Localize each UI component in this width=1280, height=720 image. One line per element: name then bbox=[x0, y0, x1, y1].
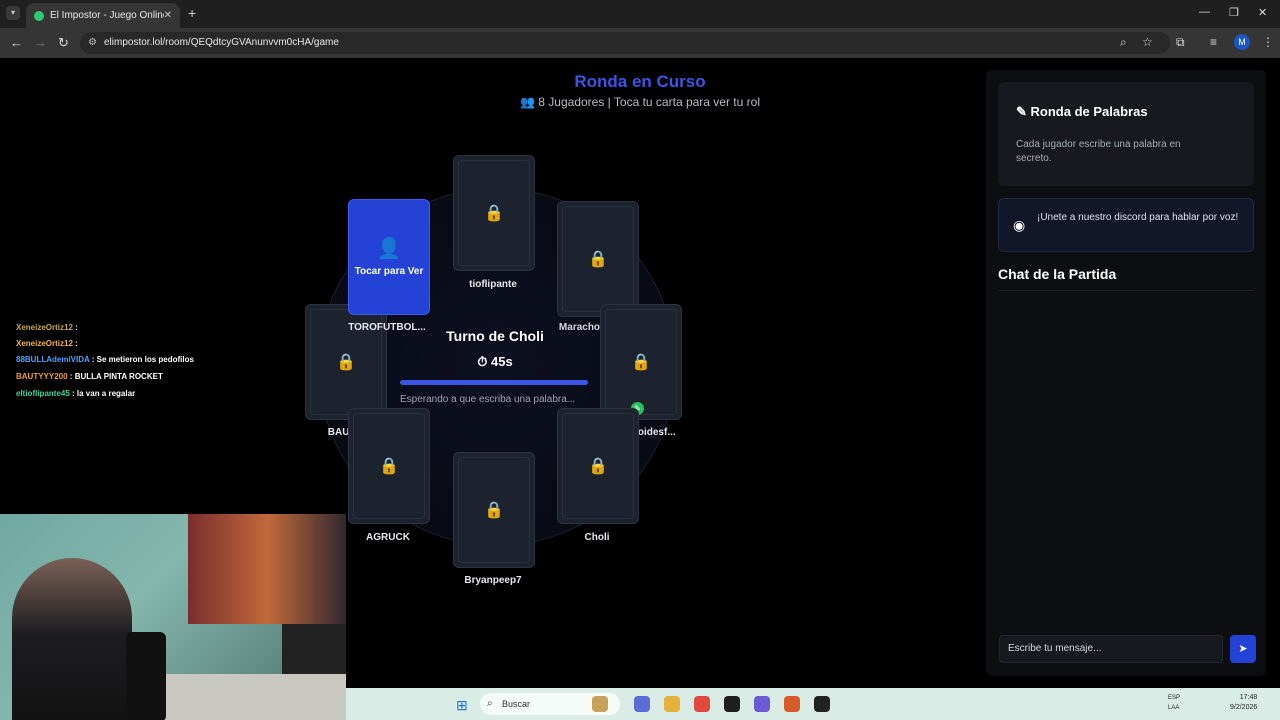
lock-icon: 🔒 bbox=[484, 502, 504, 519]
chat-title: Chat de la Partida bbox=[998, 266, 1117, 282]
player-name: AGRUCK bbox=[366, 532, 410, 543]
clock[interactable]: 17:48 9/2/2026 bbox=[1230, 693, 1257, 713]
round-title: ✎ Ronda de Palabras bbox=[1016, 104, 1148, 119]
page-subtitle: 👥 8 Jugadores | Toca tu carta para ver t… bbox=[440, 95, 840, 109]
chat-username: BAUTYYY200 bbox=[16, 372, 68, 381]
lock-icon: 🔒 bbox=[588, 251, 608, 268]
player-name: tioflipante bbox=[469, 279, 517, 290]
reveal-role-label: Tocar para Ver bbox=[354, 265, 424, 277]
forward-icon[interactable]: → bbox=[34, 35, 47, 50]
new-tab-icon[interactable]: + bbox=[188, 5, 196, 21]
app-icon[interactable] bbox=[724, 696, 740, 712]
discord-icon: ◉ bbox=[1013, 217, 1026, 233]
player-card[interactable]: 🔒 bbox=[453, 452, 535, 568]
app-icon[interactable] bbox=[784, 696, 800, 712]
player-card[interactable]: 🔒 bbox=[557, 201, 639, 317]
turn-timer: ⏱ 45s bbox=[400, 354, 590, 370]
turn-panel: Turno de Choli ⏱ 45s Esperando a que esc… bbox=[400, 328, 590, 407]
round-description: Cada jugador escribe una palabra en secr… bbox=[1016, 139, 1181, 164]
tab-title: El Impostor - Juego Online Gra bbox=[50, 10, 164, 21]
close-window-icon[interactable]: ✕ bbox=[1258, 6, 1267, 19]
player-card[interactable]: 🔒 bbox=[348, 408, 430, 524]
discord-banner[interactable]: ◉ ¡Unete a nuestro discord para hablar p… bbox=[998, 198, 1254, 252]
timer-progress-bar bbox=[400, 380, 588, 385]
windows-taskbar: ⊞ ⌕ Buscar ESP LAA 17:48 9/2/2026 bbox=[346, 688, 1280, 720]
address-bar[interactable]: ⚙ elimpostor.lol/room/QEQdtcyGVAnunvvm0c… bbox=[80, 32, 1170, 54]
webcam-feed bbox=[0, 514, 346, 720]
lock-icon: 🔒 bbox=[631, 354, 651, 371]
player-name: Bryanpeep7 bbox=[464, 575, 522, 586]
chat-username: XeneizeOrtiz12 bbox=[16, 323, 73, 332]
chat-message: : bbox=[72, 323, 78, 332]
right-sidebar: ✎ Ronda de Palabras Cada jugador escribe… bbox=[986, 70, 1266, 676]
waiting-text: Esperando a que escriba una palabra... bbox=[400, 394, 576, 405]
reload-icon[interactable]: ↻ bbox=[58, 35, 69, 51]
chat-message: : Se metieron los pedofilos bbox=[89, 355, 194, 364]
profile-avatar[interactable]: M bbox=[1234, 34, 1250, 50]
chat-username: XeneizeOrtiz12 bbox=[16, 339, 73, 348]
browser-tab[interactable]: El Impostor - Juego Online Gra ✕ bbox=[26, 3, 180, 28]
start-icon[interactable]: ⊞ bbox=[456, 697, 468, 714]
page-title: Ronda en Curso bbox=[574, 72, 706, 91]
pencil-icon: ✎ bbox=[1016, 104, 1027, 119]
url-text: elimpostor.lol/room/QEQdtcyGVAnunvvm0cHA… bbox=[104, 37, 339, 48]
stopwatch-icon: ⏱ bbox=[477, 354, 488, 369]
chat-input[interactable]: Escribe tu mensaje... bbox=[999, 635, 1223, 663]
tab-groups-icon[interactable]: ≡ bbox=[1210, 35, 1217, 49]
site-info-icon[interactable]: ⚙ bbox=[88, 32, 97, 54]
discord-taskbar-icon[interactable] bbox=[754, 696, 770, 712]
file-explorer-icon[interactable] bbox=[664, 696, 680, 712]
players-icon: 👥 bbox=[520, 95, 535, 109]
stream-chat-line: eltioflipante45 : la van a regalar bbox=[16, 389, 135, 398]
turn-text: Turno de Choli bbox=[446, 328, 544, 344]
extensions-icon[interactable]: ⧉ bbox=[1176, 35, 1185, 50]
back-icon[interactable]: ← bbox=[10, 35, 23, 50]
bookmark-star-icon[interactable]: ☆ bbox=[1142, 35, 1153, 49]
lock-icon: 🔒 bbox=[336, 354, 356, 371]
widget-icon[interactable] bbox=[592, 696, 608, 712]
input-language[interactable]: ESP LAA bbox=[1168, 693, 1180, 713]
player-card[interactable]: 🔒 bbox=[557, 408, 639, 524]
lock-icon: 🔒 bbox=[484, 205, 504, 222]
chat-username: eltioflipante45 bbox=[16, 389, 70, 398]
zoom-icon[interactable]: ⌕ bbox=[1120, 35, 1127, 50]
player-name: Choli bbox=[584, 532, 610, 543]
stream-chat-line: BAUTYYY200 : BULLA PINTA ROCKET bbox=[16, 372, 163, 381]
lock-icon: 🔒 bbox=[588, 458, 608, 475]
browser-tab-bar: ▾ El Impostor - Juego Online Gra ✕ + — ❐… bbox=[0, 0, 1280, 28]
teams-icon[interactable] bbox=[634, 696, 650, 712]
browser-nav-bar: ← → ↻ ⚙ elimpostor.lol/room/QEQdtcyGVAnu… bbox=[0, 28, 1280, 58]
close-tab-icon[interactable]: ✕ bbox=[164, 10, 172, 21]
tab-search-icon[interactable]: ▾ bbox=[6, 6, 20, 20]
minimize-icon[interactable]: — bbox=[1199, 6, 1210, 18]
search-icon: ⌕ bbox=[487, 698, 493, 709]
round-info-panel: ✎ Ronda de Palabras Cada jugador escribe… bbox=[998, 82, 1254, 186]
players-count-text: 8 Jugadores | Toca tu carta para ver tu … bbox=[538, 95, 760, 109]
chat-message: : bbox=[72, 339, 78, 348]
terminal-icon[interactable] bbox=[814, 696, 830, 712]
stream-chat-line: 88BULLAdemiVIDA : Se metieron los pedofi… bbox=[16, 355, 194, 364]
chat-message: : BULLA PINTA ROCKET bbox=[67, 372, 163, 381]
stream-chat-line: XeneizeOrtiz12 : bbox=[16, 339, 78, 348]
divider bbox=[998, 290, 1254, 291]
send-icon[interactable]: ➤ bbox=[1230, 635, 1256, 663]
maximize-icon[interactable]: ❐ bbox=[1229, 6, 1239, 19]
discord-text: ¡Unete a nuestro discord para hablar por… bbox=[1037, 212, 1239, 223]
chat-username: 88BULLAdemiVIDA bbox=[16, 355, 90, 364]
chrome-icon[interactable] bbox=[694, 696, 710, 712]
chat-message: : la van a regalar bbox=[69, 389, 136, 398]
site-favicon-icon bbox=[34, 10, 44, 21]
timer-value: 45s bbox=[491, 354, 513, 369]
player-card[interactable]: 🔒 bbox=[453, 155, 535, 271]
my-role-card[interactable]: 👤 Tocar para Ver bbox=[348, 199, 430, 315]
person-icon: 👤 bbox=[376, 237, 402, 260]
lock-icon: 🔒 bbox=[379, 458, 399, 475]
stream-chat-line: XeneizeOrtiz12 : bbox=[16, 323, 78, 332]
browser-menu-icon[interactable]: ⋮ bbox=[1262, 35, 1274, 49]
